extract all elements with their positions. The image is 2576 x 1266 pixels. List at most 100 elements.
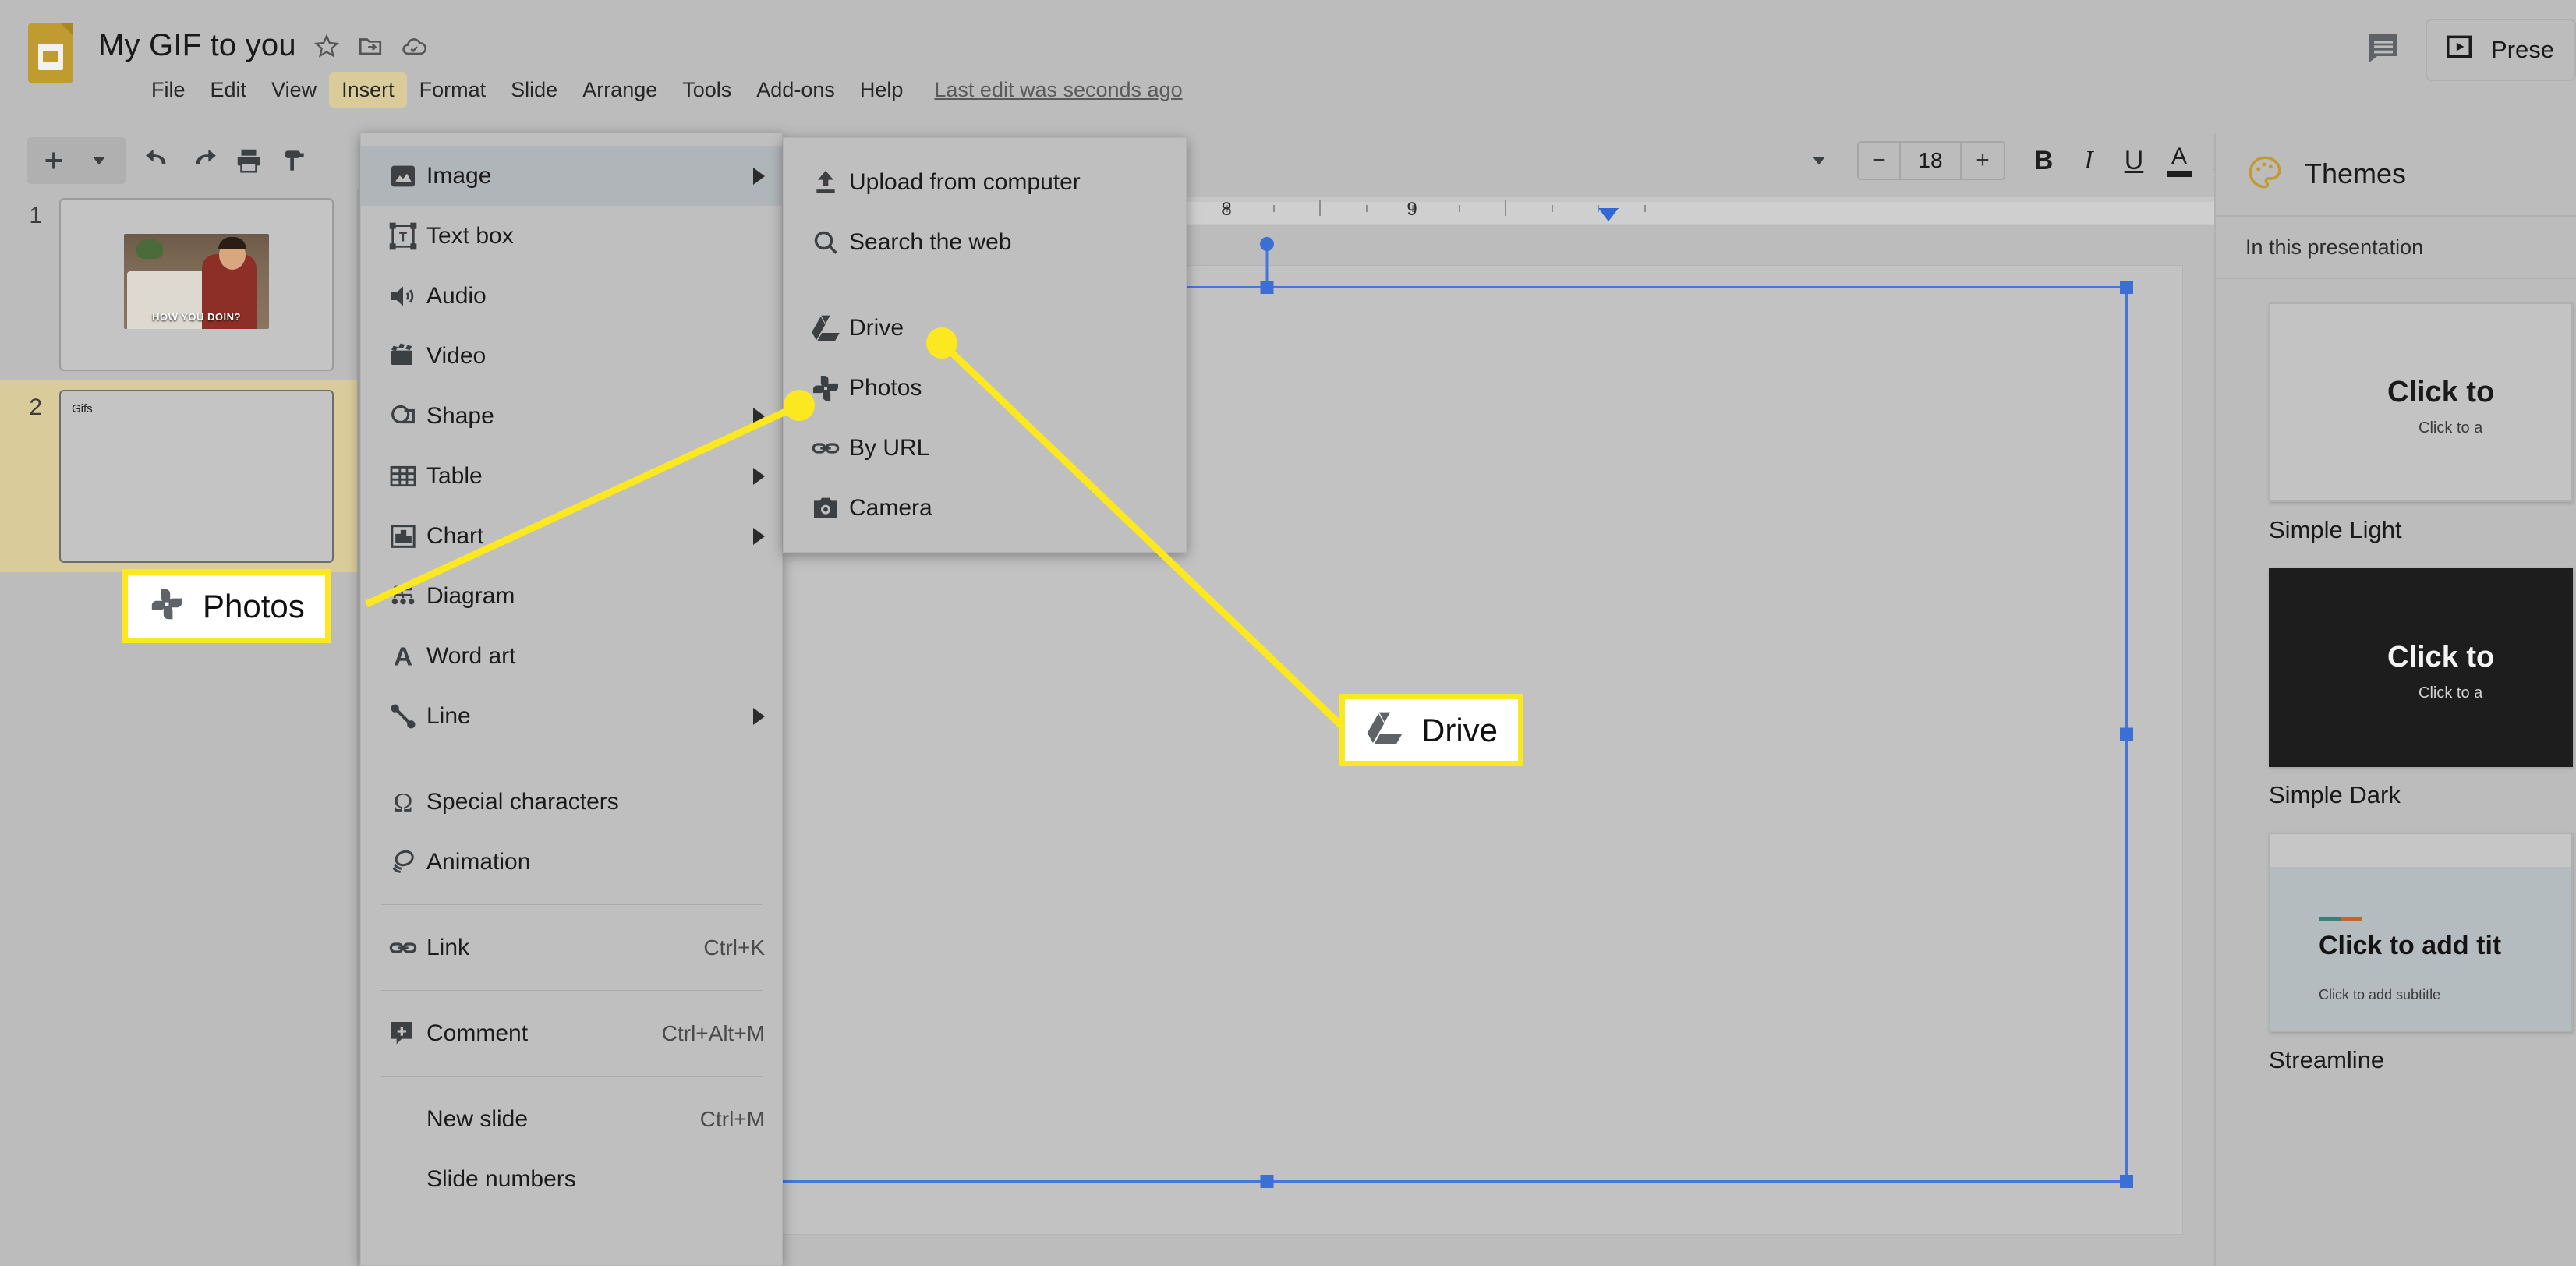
menu-item-label: Image — [426, 162, 492, 189]
menu-item-text-box[interactable]: T Text box — [361, 206, 782, 266]
comment-icon — [387, 1018, 426, 1049]
menu-item-search-the-web[interactable]: Search the web — [784, 212, 1186, 272]
resize-handle-top-right[interactable] — [2120, 281, 2133, 294]
new-slide-button[interactable] — [27, 137, 126, 184]
paint-format-button[interactable] — [271, 140, 317, 182]
menu-item-label: Photos — [849, 374, 922, 401]
menu-format[interactable]: Format — [407, 72, 499, 108]
resize-handle-bottom-right[interactable] — [2120, 1175, 2133, 1188]
bold-button[interactable]: B — [2021, 140, 2066, 182]
italic-button[interactable]: I — [2066, 140, 2111, 182]
svg-text:T: T — [399, 229, 407, 244]
image-submenu-dropdown[interactable]: Upload from computer Search the web Drive P… — [783, 137, 1187, 553]
theme-preview-rule — [2319, 917, 2362, 921]
svg-text:A: A — [394, 642, 412, 671]
menu-item-upload-from-computer[interactable]: Upload from computer — [784, 152, 1186, 212]
menu-item-photos[interactable]: Photos — [784, 358, 1186, 418]
font-size-stepper[interactable]: − 18 + — [1857, 141, 2005, 180]
drive-icon — [1365, 710, 1404, 750]
menu-item-special-characters[interactable]: Ω Special characters — [361, 772, 782, 832]
print-button[interactable] — [226, 140, 271, 182]
font-dropdown-chevron-icon[interactable] — [1796, 140, 1842, 182]
undo-button[interactable] — [136, 140, 181, 182]
slide-thumbnail-canvas: Gifs — [59, 390, 334, 563]
menu-arrange[interactable]: Arrange — [570, 72, 670, 108]
font-size-decrease-button[interactable]: − — [1859, 143, 1901, 179]
menu-item-label: Diagram — [426, 582, 515, 609]
menu-item-label: Camera — [849, 494, 932, 521]
slide-thumbnail-2[interactable]: 2 Gifs — [0, 380, 357, 572]
menu-item-comment[interactable]: Comment Ctrl+Alt+M — [361, 1003, 782, 1063]
theme-option-simple-dark[interactable]: Click to Click to a Simple Dark — [2216, 544, 2576, 809]
slide-navigator[interactable]: 1 HOW YOU DOIN? 2 Gifs — [0, 189, 359, 1266]
menu-item-table[interactable]: Table — [361, 446, 782, 506]
photos-icon — [148, 585, 186, 627]
menu-view[interactable]: View — [259, 72, 329, 108]
menu-item-slide-numbers[interactable]: Slide numbers — [361, 1149, 782, 1209]
menu-item-by-url[interactable]: By URL — [784, 418, 1186, 478]
menu-item-word-art[interactable]: A Word art — [361, 626, 782, 686]
menu-item-camera[interactable]: Camera — [784, 478, 1186, 538]
menu-insert[interactable]: Insert — [329, 72, 407, 108]
menu-tools[interactable]: Tools — [670, 72, 744, 108]
menu-item-image[interactable]: Image — [361, 146, 782, 206]
callout-photos: Photos — [122, 569, 331, 643]
menu-item-label: Shape — [426, 402, 494, 429]
redo-button[interactable] — [181, 140, 226, 182]
font-size-value[interactable]: 18 — [1901, 143, 1962, 179]
font-size-increase-button[interactable]: + — [1962, 143, 2004, 179]
plus-icon[interactable] — [31, 140, 76, 182]
submenu-arrow-icon — [753, 167, 765, 185]
gif-image-preview: HOW YOU DOIN? — [124, 234, 269, 329]
search-icon — [810, 227, 849, 258]
menu-item-shape[interactable]: Shape — [361, 386, 782, 446]
menu-item-animation[interactable]: Animation — [361, 832, 782, 892]
theme-preview-title: Click to add tit — [2319, 931, 2502, 960]
menu-slide[interactable]: Slide — [498, 72, 570, 108]
link-icon — [810, 433, 849, 464]
menu-edit[interactable]: Edit — [198, 72, 260, 108]
menu-item-drive[interactable]: Drive — [784, 298, 1186, 358]
menu-item-label: Text box — [426, 222, 514, 249]
menu-item-diagram[interactable]: Diagram — [361, 566, 782, 626]
resize-handle-bottom-center[interactable] — [1260, 1175, 1274, 1188]
present-button[interactable]: Prese — [2426, 19, 2576, 81]
menu-item-link[interactable]: Link Ctrl+K — [361, 918, 782, 978]
menu-addons[interactable]: Add-ons — [744, 72, 847, 108]
menu-item-label: Chart — [426, 522, 484, 549]
last-edit-status[interactable]: Last edit was seconds ago — [934, 78, 1182, 102]
rotation-handle[interactable] — [1260, 237, 1274, 251]
resize-handle-top-center[interactable] — [1260, 281, 1274, 294]
callout-drive-label: Drive — [1421, 711, 1499, 748]
menu-item-chart[interactable]: Chart — [361, 506, 782, 566]
indent-marker[interactable] — [1598, 208, 1619, 221]
comments-icon[interactable] — [2365, 30, 2402, 71]
underline-button[interactable]: U — [2111, 140, 2157, 182]
theme-option-simple-light[interactable]: Click to Click to a Simple Light — [2216, 279, 2576, 544]
theme-option-streamline[interactable]: Click to add tit Click to add subtitle S… — [2216, 809, 2576, 1074]
insert-menu-dropdown[interactable]: Image T Text box Audio Video Shape Table Chart D… — [360, 133, 783, 1266]
menu-item-label: Search the web — [849, 228, 1012, 255]
menu-item-line[interactable]: Line — [361, 686, 782, 746]
menu-item-shortcut: Ctrl+K — [703, 935, 765, 960]
slide-thumbnail-1[interactable]: 1 HOW YOU DOIN? — [0, 189, 357, 380]
menu-file[interactable]: File — [139, 72, 198, 108]
menu-item-label: By URL — [849, 434, 930, 461]
move-to-folder-icon[interactable] — [357, 33, 384, 59]
wordart-icon: A — [387, 641, 426, 672]
cloud-saved-icon[interactable] — [401, 33, 427, 59]
menu-help[interactable]: Help — [847, 72, 916, 108]
header-actions: Prese — [2365, 19, 2576, 81]
google-slides-window: My GIF to you File Edit View Insert Form… — [0, 0, 2576, 1266]
themes-panel[interactable]: Themes In this presentation Click to Cli… — [2214, 133, 2576, 1266]
themes-panel-title: Themes — [2305, 157, 2407, 189]
resize-handle-middle-right[interactable] — [2120, 727, 2133, 741]
menu-item-video[interactable]: Video — [361, 326, 782, 386]
menu-item-new-slide[interactable]: New slide Ctrl+M — [361, 1089, 782, 1149]
theme-name: Simple Dark — [2269, 781, 2401, 808]
chevron-down-icon[interactable] — [76, 140, 122, 182]
star-icon[interactable] — [313, 33, 340, 59]
document-title[interactable]: My GIF to you — [98, 28, 296, 63]
menu-item-audio[interactable]: Audio — [361, 266, 782, 326]
text-color-button[interactable]: A — [2157, 140, 2202, 182]
